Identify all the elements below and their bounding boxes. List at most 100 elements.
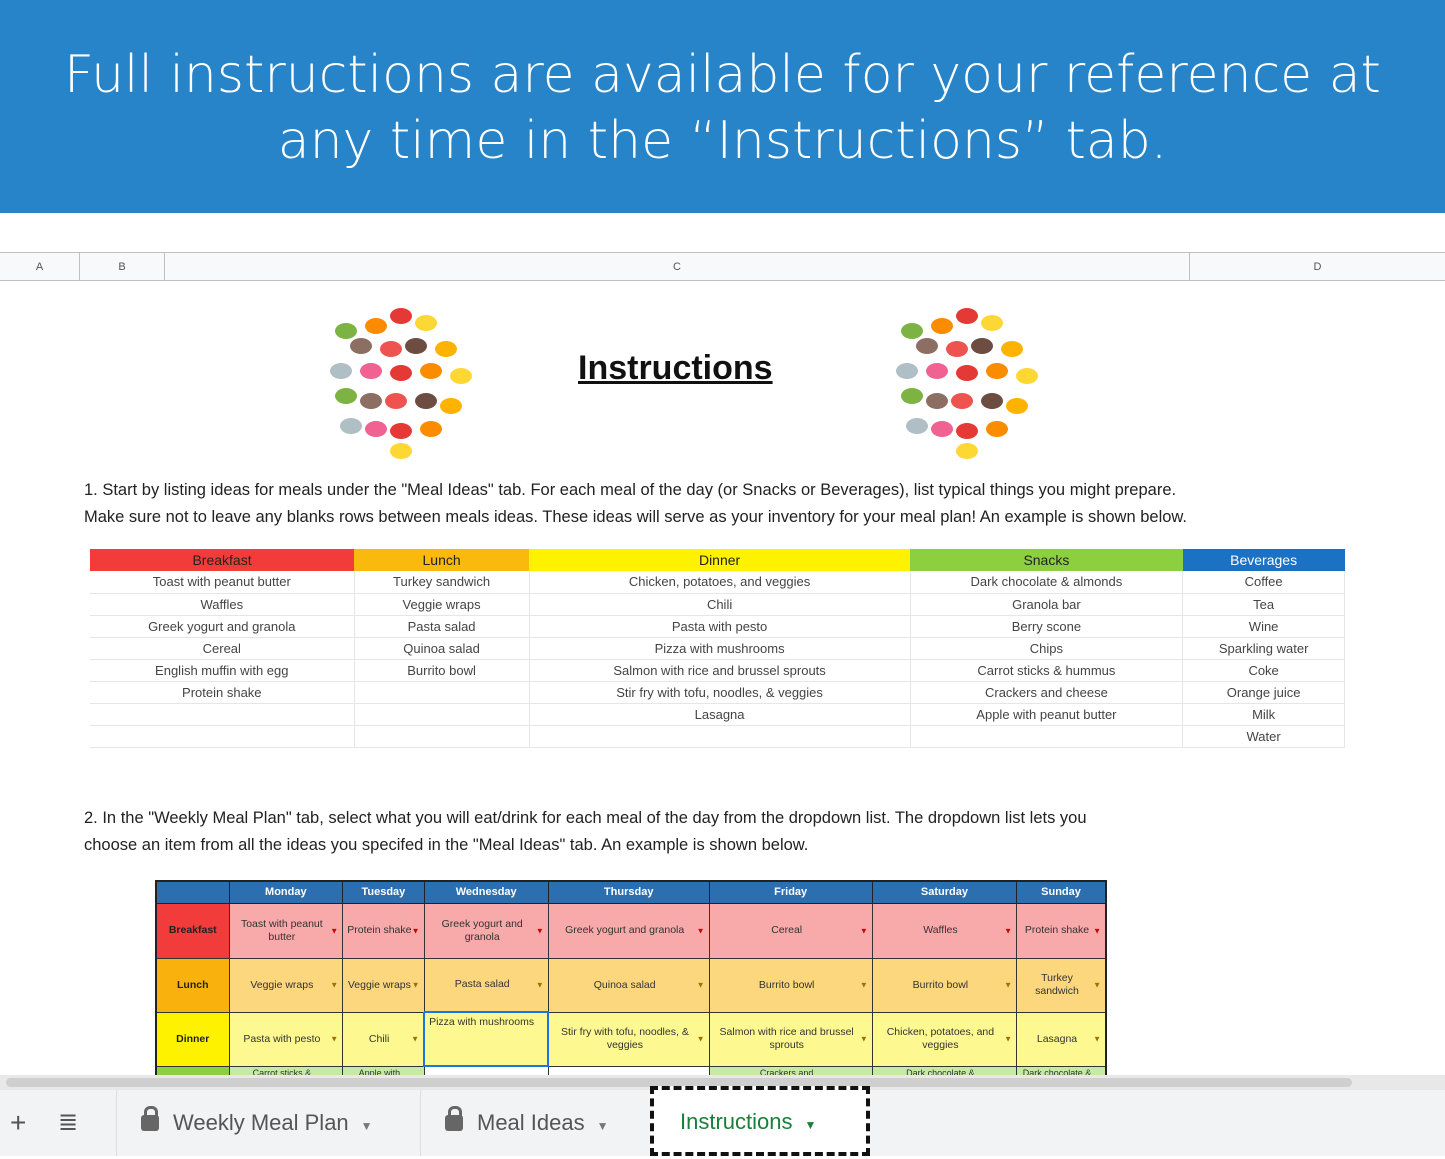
table-cell[interactable]: Greek yogurt and granola [90,615,355,638]
dropdown-arrow-icon[interactable]: ▼ [411,1033,419,1046]
meal-dropdown-cell[interactable]: Pizza with mushrooms [423,1011,550,1067]
table-cell[interactable]: Salmon with rice and brussel sprouts [529,659,911,682]
meal-dropdown-cell[interactable]: Pasta with pesto ▼ [228,1011,344,1067]
dropdown-arrow-icon[interactable]: ▼ [697,1033,705,1046]
meal-dropdown-cell[interactable]: Pasta salad ▼ [423,957,549,1013]
table-cell[interactable]: Sparkling water [1182,637,1345,660]
meal-dropdown-cell[interactable]: Burrito bowl ▼ [708,957,873,1013]
meal-dropdown-cell[interactable]: Waffles ▼ [871,902,1018,959]
table-cell[interactable] [529,725,911,748]
table-cell[interactable] [354,681,530,704]
table-cell[interactable]: Chips [910,637,1184,660]
table-cell[interactable]: Granola bar [910,593,1184,616]
meal-dropdown-cell[interactable]: Crackers and [708,1065,873,1075]
column-b-header[interactable]: B [80,253,165,281]
table-cell[interactable]: Carrot sticks & hummus [910,659,1184,682]
table-cell[interactable] [90,725,355,748]
table-cell[interactable]: Toast with peanut butter [90,571,355,594]
meal-dropdown-cell[interactable]: Veggie wraps ▼ [228,957,344,1013]
dropdown-arrow-icon[interactable]: ▼ [860,979,868,992]
meal-dropdown-cell[interactable]: Burrito bowl ▼ [871,957,1018,1013]
table-cell[interactable] [910,725,1184,748]
meal-dropdown-cell[interactable]: Protein shake ▼ [1016,902,1107,959]
table-cell[interactable]: Apple with peanut butter [910,703,1184,726]
dropdown-arrow-icon[interactable]: ▼ [1004,1033,1012,1046]
sheet-grid[interactable]: Instructions 1. Start by listing ideas f… [0,281,1445,1075]
table-cell[interactable]: Milk [1182,703,1345,726]
dropdown-arrow-icon[interactable]: ▼ [330,924,338,937]
table-cell[interactable]: Pasta salad [354,615,530,638]
meal-dropdown-cell[interactable]: Chicken, potatoes, and veggies ▼ [871,1011,1018,1067]
table-cell[interactable]: Cereal [90,637,355,660]
table-cell[interactable]: Burrito bowl [354,659,530,682]
meal-dropdown-cell[interactable]: Stir fry with tofu, noodles, & veggies ▼ [547,1011,710,1067]
dropdown-arrow-icon[interactable]: ▼ [1004,924,1012,937]
dropdown-arrow-icon[interactable]: ▼ [412,979,420,992]
meal-dropdown-cell[interactable]: Toast with peanut butter ▼ [228,902,344,959]
dropdown-arrow-icon[interactable]: ▼ [536,924,544,937]
dropdown-arrow-icon[interactable]: ▼ [536,978,544,991]
meal-dropdown-cell[interactable] [423,1065,549,1075]
table-cell[interactable]: English muffin with egg [90,659,355,682]
table-cell[interactable]: Coke [1182,659,1345,682]
table-cell[interactable]: Quinoa salad [354,637,530,660]
dropdown-arrow-icon[interactable]: ▼ [860,1033,868,1046]
dropdown-arrow-icon[interactable]: ▼ [330,1033,338,1046]
table-cell[interactable]: Water [1182,725,1345,748]
table-cell[interactable]: Coffee [1182,571,1345,594]
table-cell[interactable]: Orange juice [1182,681,1345,704]
dropdown-arrow-icon[interactable]: ▼ [860,924,868,937]
table-cell[interactable]: Berry scone [910,615,1184,638]
meal-dropdown-cell[interactable]: Dark chocolate & [1016,1065,1107,1075]
table-cell[interactable]: Turkey sandwich [354,571,530,594]
table-cell[interactable]: Chicken, potatoes, and veggies [529,571,911,594]
meal-dropdown-cell[interactable]: Carrot sticks & [228,1065,344,1075]
table-cell[interactable]: Crackers and cheese [910,681,1184,704]
table-cell[interactable]: Lasagna [529,703,911,726]
tab-meal-ideas[interactable]: Meal Ideas ▼ [420,1090,650,1156]
dropdown-arrow-icon[interactable]: ▼ [1093,1033,1101,1046]
dropdown-arrow-icon[interactable]: ▼ [697,924,705,937]
column-d-header[interactable]: D [1190,253,1445,281]
tab-instructions[interactable]: Instructions ▼ [650,1086,870,1156]
table-cell[interactable]: Dark chocolate & almonds [910,571,1184,594]
caret-down-icon[interactable]: ▼ [805,1118,817,1132]
meal-dropdown-cell[interactable]: Greek yogurt and granola ▼ [547,902,710,959]
dropdown-arrow-icon[interactable]: ▼ [697,979,705,992]
caret-down-icon[interactable]: ▼ [361,1119,373,1133]
dropdown-arrow-icon[interactable]: ▼ [1004,979,1012,992]
meal-dropdown-cell[interactable]: Apple with peanut [342,1065,425,1075]
meal-dropdown-cell[interactable]: Veggie wraps ▼ [342,957,425,1013]
caret-down-icon[interactable]: ▼ [597,1119,609,1133]
table-cell[interactable] [354,725,530,748]
column-a-header[interactable]: A [0,253,80,281]
table-cell[interactable]: Stir fry with tofu, noodles, & veggies [529,681,911,704]
table-cell[interactable]: Chili [529,593,911,616]
meal-dropdown-cell[interactable]: Cereal ▼ [708,902,873,959]
table-cell[interactable]: Protein shake [90,681,355,704]
meal-dropdown-cell[interactable]: Salmon with rice and brussel sprouts ▼ [708,1011,873,1067]
table-cell[interactable]: Pasta with pesto [529,615,911,638]
table-cell[interactable]: Wine [1182,615,1345,638]
table-cell[interactable]: Waffles [90,593,355,616]
list-icon[interactable]: ≣ [58,1090,78,1156]
meal-dropdown-cell[interactable] [547,1065,710,1075]
tab-weekly-meal-plan[interactable]: Weekly Meal Plan ▼ [116,1090,420,1156]
dropdown-arrow-icon[interactable]: ▼ [330,979,338,992]
plus-icon[interactable]: + [10,1090,26,1156]
meal-dropdown-cell[interactable]: Turkey sandwich ▼ [1016,957,1107,1013]
meal-dropdown-cell[interactable]: Quinoa salad ▼ [547,957,710,1013]
table-cell[interactable]: Veggie wraps [354,593,530,616]
table-cell[interactable] [354,703,530,726]
dropdown-arrow-icon[interactable]: ▼ [1093,979,1101,992]
meal-dropdown-cell[interactable]: Dark chocolate & [871,1065,1018,1075]
meal-dropdown-cell[interactable]: Protein shake ▼ [342,902,425,959]
table-cell[interactable]: Tea [1182,593,1345,616]
meal-dropdown-cell[interactable]: Lasagna ▼ [1016,1011,1107,1067]
dropdown-arrow-icon[interactable]: ▼ [412,924,420,937]
dropdown-arrow-icon[interactable]: ▼ [1093,924,1101,937]
table-cell[interactable]: Pizza with mushrooms [529,637,911,660]
meal-dropdown-cell[interactable]: Chili ▼ [342,1011,425,1067]
column-c-header[interactable]: C [165,253,1190,281]
table-cell[interactable] [90,703,355,726]
